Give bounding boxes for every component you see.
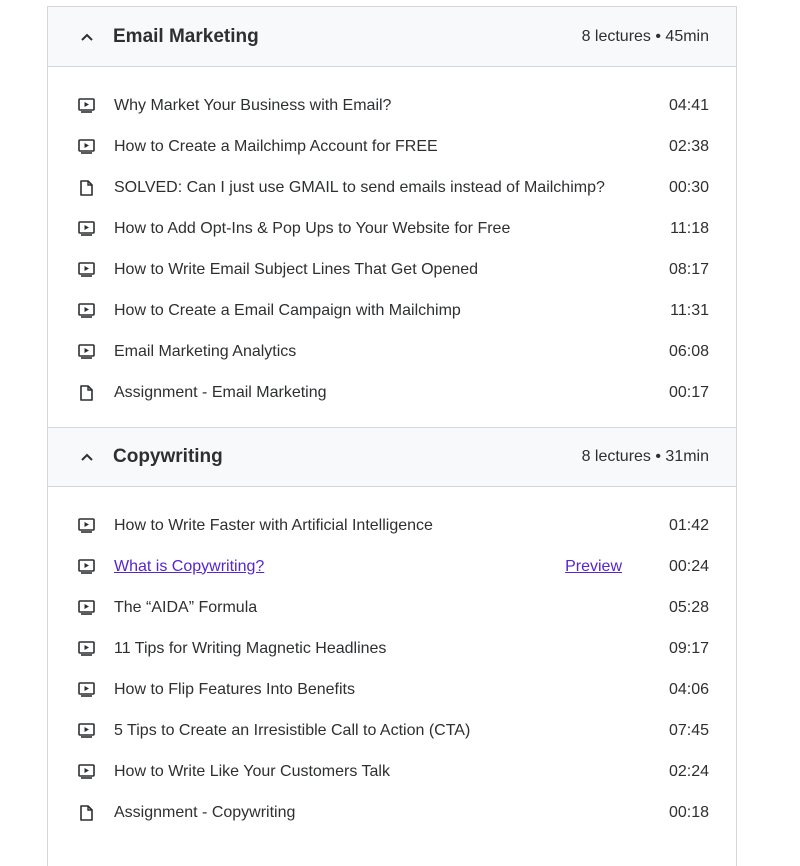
- lecture-duration: 05:28: [668, 598, 709, 616]
- section-header[interactable]: Email Marketing 8 lectures • 45min: [48, 7, 736, 67]
- lecture-duration: 09:17: [668, 639, 709, 657]
- lecture-row[interactable]: How to Write Faster with Artificial Inte…: [48, 505, 736, 546]
- lecture-duration: 11:31: [670, 301, 709, 319]
- section-header[interactable]: Copywriting 8 lectures • 31min: [48, 427, 736, 487]
- lecture-title: How to Write Faster with Artificial Inte…: [114, 516, 433, 534]
- video-icon: [77, 681, 95, 699]
- section-copywriting: Copywriting 8 lectures • 31min How to Wr…: [48, 427, 736, 847]
- lecture-title: How to Add Opt-Ins & Pop Ups to Your Web…: [114, 219, 511, 237]
- video-icon: [77, 558, 95, 576]
- document-icon: [77, 179, 95, 197]
- lecture-duration: 00:17: [668, 383, 709, 401]
- lecture-title: Assignment - Copywriting: [114, 803, 296, 821]
- lecture-duration: 00:30: [668, 178, 709, 196]
- lecture-title: Email Marketing Analytics: [114, 342, 297, 360]
- lecture-duration: 07:45: [668, 721, 709, 739]
- lecture-duration: 08:17: [668, 260, 709, 278]
- lecture-duration: 11:18: [670, 219, 709, 237]
- course-curriculum: Email Marketing 8 lectures • 45min Why M…: [47, 6, 737, 866]
- chevron-up-icon[interactable]: [80, 30, 94, 44]
- lecture-duration: 00:18: [668, 803, 709, 821]
- video-icon: [77, 517, 95, 535]
- lecture-title: Why Market Your Business with Email?: [114, 96, 392, 114]
- lecture-row[interactable]: Assignment - Email Marketing 00:17: [48, 372, 736, 413]
- lecture-title: How to Write Like Your Customers Talk: [114, 762, 390, 780]
- video-icon: [77, 97, 95, 115]
- lecture-duration: 06:08: [668, 342, 709, 360]
- lecture-row[interactable]: Assignment - Copywriting 00:18: [48, 792, 736, 833]
- lecture-row[interactable]: How to Create a Email Campaign with Mail…: [48, 290, 736, 331]
- lecture-row[interactable]: 5 Tips to Create an Irresistible Call to…: [48, 710, 736, 751]
- lecture-duration: 04:41: [668, 96, 709, 114]
- video-icon: [77, 220, 95, 238]
- lecture-row[interactable]: How to Add Opt-Ins & Pop Ups to Your Web…: [48, 208, 736, 249]
- lecture-duration: 02:38: [668, 137, 709, 155]
- lecture-row[interactable]: 11 Tips for Writing Magnetic Headlines 0…: [48, 628, 736, 669]
- lecture-row: What is Copywriting? Preview 00:24: [48, 546, 736, 587]
- video-icon: [77, 343, 95, 361]
- section-title: Email Marketing: [113, 25, 259, 47]
- lecture-row[interactable]: SOLVED: Can I just use GMAIL to send ema…: [48, 167, 736, 208]
- lecture-title: The “AIDA” Formula: [114, 598, 258, 616]
- lecture-title: 5 Tips to Create an Irresistible Call to…: [114, 721, 471, 739]
- section-email-marketing: Email Marketing 8 lectures • 45min Why M…: [48, 7, 736, 427]
- lecture-row[interactable]: How to Flip Features Into Benefits 04:06: [48, 669, 736, 710]
- lecture-title: How to Create a Email Campaign with Mail…: [114, 301, 461, 319]
- video-icon: [77, 302, 95, 320]
- lecture-title: 11 Tips for Writing Magnetic Headlines: [114, 639, 387, 657]
- document-icon: [77, 384, 95, 402]
- lecture-row[interactable]: How to Write Email Subject Lines That Ge…: [48, 249, 736, 290]
- section-title: Copywriting: [113, 446, 223, 467]
- lecture-row[interactable]: Why Market Your Business with Email? 04:…: [48, 85, 736, 126]
- lecture-row[interactable]: The “AIDA” Formula 05:28: [48, 587, 736, 628]
- chevron-up-icon[interactable]: [80, 450, 94, 464]
- lecture-list: Why Market Your Business with Email? 04:…: [48, 67, 736, 427]
- document-icon: [77, 804, 95, 822]
- lecture-duration: 02:24: [668, 762, 709, 780]
- video-icon: [77, 261, 95, 279]
- section-meta: 8 lectures • 31min: [581, 448, 709, 465]
- video-icon: [77, 722, 95, 740]
- lecture-title-link[interactable]: What is Copywriting?: [114, 558, 565, 576]
- lecture-row[interactable]: How to Create a Mailchimp Account for FR…: [48, 126, 736, 167]
- section-meta: 8 lectures • 45min: [581, 27, 709, 45]
- lecture-title: SOLVED: Can I just use GMAIL to send ema…: [114, 178, 605, 196]
- lecture-row[interactable]: How to Write Like Your Customers Talk 02…: [48, 751, 736, 792]
- video-icon: [77, 599, 95, 617]
- video-icon: [77, 138, 95, 156]
- lecture-title: How to Flip Features Into Benefits: [114, 680, 355, 698]
- lecture-title: How to Create a Mailchimp Account for FR…: [114, 137, 438, 155]
- video-icon: [77, 640, 95, 658]
- lecture-duration: 00:24: [668, 557, 709, 575]
- preview-link[interactable]: Preview: [565, 558, 622, 576]
- lecture-list: How to Write Faster with Artificial Inte…: [48, 487, 736, 847]
- lecture-title: How to Write Email Subject Lines That Ge…: [114, 260, 479, 278]
- lecture-row[interactable]: Email Marketing Analytics 06:08: [48, 331, 736, 372]
- video-icon: [77, 763, 95, 781]
- lecture-duration: 04:06: [668, 680, 709, 698]
- lecture-duration: 01:42: [668, 516, 709, 534]
- lecture-title: Assignment - Email Marketing: [114, 383, 327, 401]
